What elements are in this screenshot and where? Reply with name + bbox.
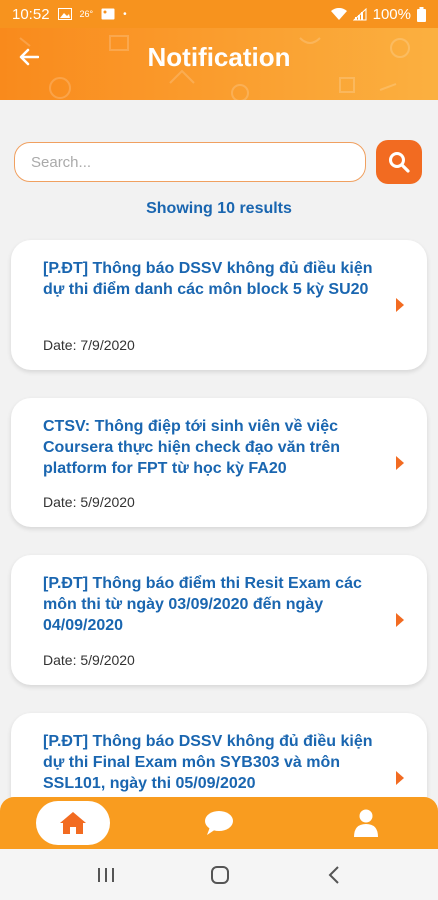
home-icon (60, 812, 86, 834)
back-system-button[interactable] (320, 861, 348, 889)
notification-title: [P.ĐT] Thông báo DSSV không đủ điều kiện… (43, 733, 373, 792)
notification-card[interactable]: [P.ĐT] Thông báo điểm thi Resit Exam các… (11, 555, 427, 685)
notification-title: [P.ĐT] Thông báo DSSV không đủ điều kiện… (43, 260, 373, 298)
recent-apps-icon (98, 868, 114, 882)
notification-date: Date: 7/9/2020 (43, 337, 135, 353)
circle-home-icon (211, 866, 229, 884)
nav-home[interactable] (36, 801, 110, 845)
notification-card[interactable]: [P.ĐT] Thông báo DSSV không đủ điều kiện… (11, 240, 427, 370)
nav-profile[interactable] (337, 801, 395, 845)
bottom-nav (0, 797, 438, 849)
notification-title: [P.ĐT] Thông báo điểm thi Resit Exam các… (43, 575, 362, 634)
app-header: Notification (0, 28, 438, 100)
chevron-right-icon (396, 771, 404, 785)
home-system-button[interactable] (206, 861, 234, 889)
chevron-right-icon (396, 613, 404, 627)
chevron-right-icon (396, 298, 404, 312)
status-time: 10:52 (12, 5, 50, 23)
nav-chat[interactable] (190, 801, 248, 845)
recent-apps-button[interactable] (92, 861, 120, 889)
notification-card[interactable]: [P.ĐT] Thông báo DSSV không đủ điều kiện… (11, 713, 427, 797)
dot-icon: • (123, 8, 127, 20)
system-nav (0, 849, 438, 900)
search-icon (389, 152, 410, 173)
status-battery-label: 100% (372, 5, 411, 23)
image-icon (101, 8, 115, 20)
gallery-icon (57, 8, 72, 20)
notification-card[interactable]: CTSV: Thông điệp tới sinh viên về việc C… (11, 398, 427, 527)
results-count: Showing 10 results (146, 200, 292, 217)
notification-title: CTSV: Thông điệp tới sinh viên về việc C… (43, 418, 341, 477)
notification-date: Date: 5/9/2020 (43, 494, 135, 510)
chat-icon (205, 811, 233, 835)
status-bar: 10:52 26° • 100% (0, 0, 438, 28)
chevron-left-icon (328, 866, 339, 884)
page-title: Notification (147, 42, 291, 72)
profile-icon (354, 809, 378, 837)
signal-icon (352, 7, 367, 20)
notification-date: Date: 5/9/2020 (43, 652, 135, 668)
battery-icon (417, 6, 426, 22)
status-temperature: 26° (79, 9, 94, 19)
search-input[interactable] (14, 142, 366, 182)
chevron-right-icon (396, 456, 404, 470)
search-button[interactable] (376, 140, 422, 184)
wifi-icon (330, 7, 347, 20)
